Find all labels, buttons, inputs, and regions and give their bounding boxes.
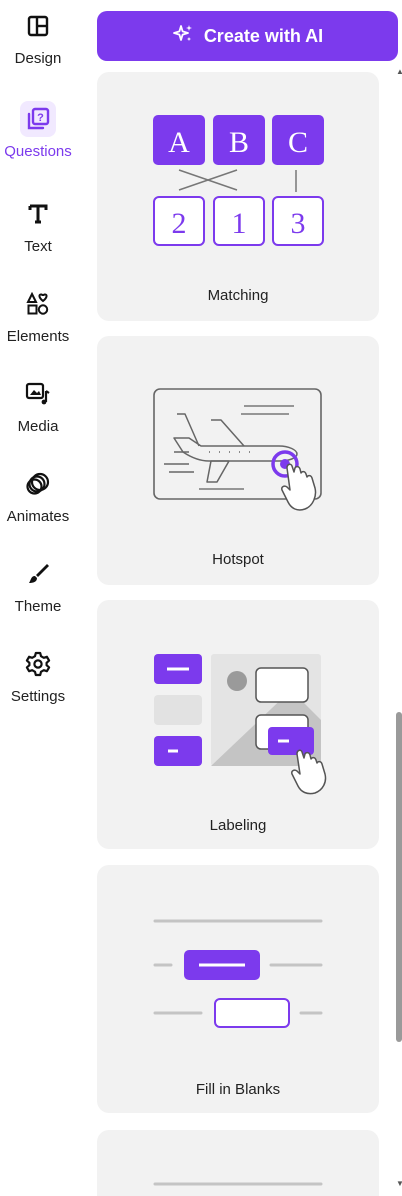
question-types-panel: Create with AI A B C 2 1 3 Matching Hots… bbox=[76, 0, 402, 1196]
sidebar-item-label: Elements bbox=[6, 328, 70, 345]
match-number: 2 bbox=[172, 207, 187, 240]
sidebar-item-label: Settings bbox=[10, 688, 66, 705]
sidebar-item-label: Questions bbox=[4, 143, 72, 160]
sidebar-item-questions[interactable]: ? Questions bbox=[0, 93, 76, 177]
text-icon bbox=[22, 198, 54, 230]
sidebar-item-label: Theme bbox=[14, 598, 62, 615]
scroll-down-arrow-icon[interactable]: ▼ bbox=[396, 1180, 402, 1188]
next-card-illustration bbox=[153, 1182, 323, 1186]
card-hotspot[interactable]: Hotspot bbox=[97, 336, 379, 585]
sidebar-item-animates[interactable]: Animates bbox=[0, 458, 76, 542]
left-sidebar: Design ? Questions Text Elements Media A… bbox=[0, 0, 76, 1196]
fill-blanks-illustration bbox=[153, 919, 323, 1028]
card-label: Labeling bbox=[209, 817, 267, 834]
sidebar-item-label: Design bbox=[14, 50, 62, 67]
brush-icon bbox=[22, 558, 54, 590]
sidebar-item-design[interactable]: Design bbox=[0, 0, 76, 84]
shapes-icon bbox=[22, 288, 54, 320]
sidebar-item-label: Animates bbox=[6, 508, 70, 525]
sparkle-icon bbox=[172, 23, 194, 50]
animate-icon bbox=[22, 468, 54, 500]
create-with-ai-button[interactable]: Create with AI bbox=[97, 11, 398, 61]
card-matching[interactable]: A B C 2 1 3 Matching bbox=[97, 72, 379, 321]
card-next-partial[interactable] bbox=[97, 1130, 379, 1196]
question-icon: ? bbox=[20, 101, 56, 137]
sidebar-item-label: Media bbox=[17, 418, 59, 435]
hotspot-illustration bbox=[153, 388, 322, 511]
sidebar-item-text[interactable]: Text bbox=[0, 188, 76, 272]
card-label: Matching bbox=[207, 287, 269, 304]
svg-text:?: ? bbox=[37, 112, 44, 124]
scroll-up-arrow-icon[interactable]: ▲ bbox=[396, 68, 402, 76]
match-letter: A bbox=[168, 126, 190, 159]
match-letter: B bbox=[229, 126, 249, 159]
media-icon bbox=[22, 378, 54, 410]
card-labeling[interactable]: Labeling bbox=[97, 600, 379, 849]
card-label: Hotspot bbox=[212, 551, 264, 568]
sidebar-item-label: Text bbox=[24, 238, 52, 255]
match-number: 1 bbox=[232, 207, 247, 240]
match-letter: C bbox=[288, 126, 308, 159]
layout-icon bbox=[22, 10, 54, 42]
create-with-ai-label: Create with AI bbox=[203, 25, 324, 46]
card-label: Fill in Blanks bbox=[195, 1081, 281, 1098]
labeling-illustration bbox=[154, 654, 327, 795]
sidebar-item-media[interactable]: Media bbox=[0, 368, 76, 452]
match-number: 3 bbox=[291, 207, 306, 240]
sidebar-item-elements[interactable]: Elements bbox=[0, 278, 76, 362]
sidebar-item-theme[interactable]: Theme bbox=[0, 548, 76, 632]
gear-icon bbox=[22, 648, 54, 680]
scrollbar-thumb[interactable] bbox=[396, 712, 402, 1042]
matching-illustration: A B C 2 1 3 bbox=[153, 115, 324, 246]
sidebar-item-settings[interactable]: Settings bbox=[0, 638, 76, 722]
card-fill-in-blanks[interactable]: Fill in Blanks bbox=[97, 865, 379, 1113]
